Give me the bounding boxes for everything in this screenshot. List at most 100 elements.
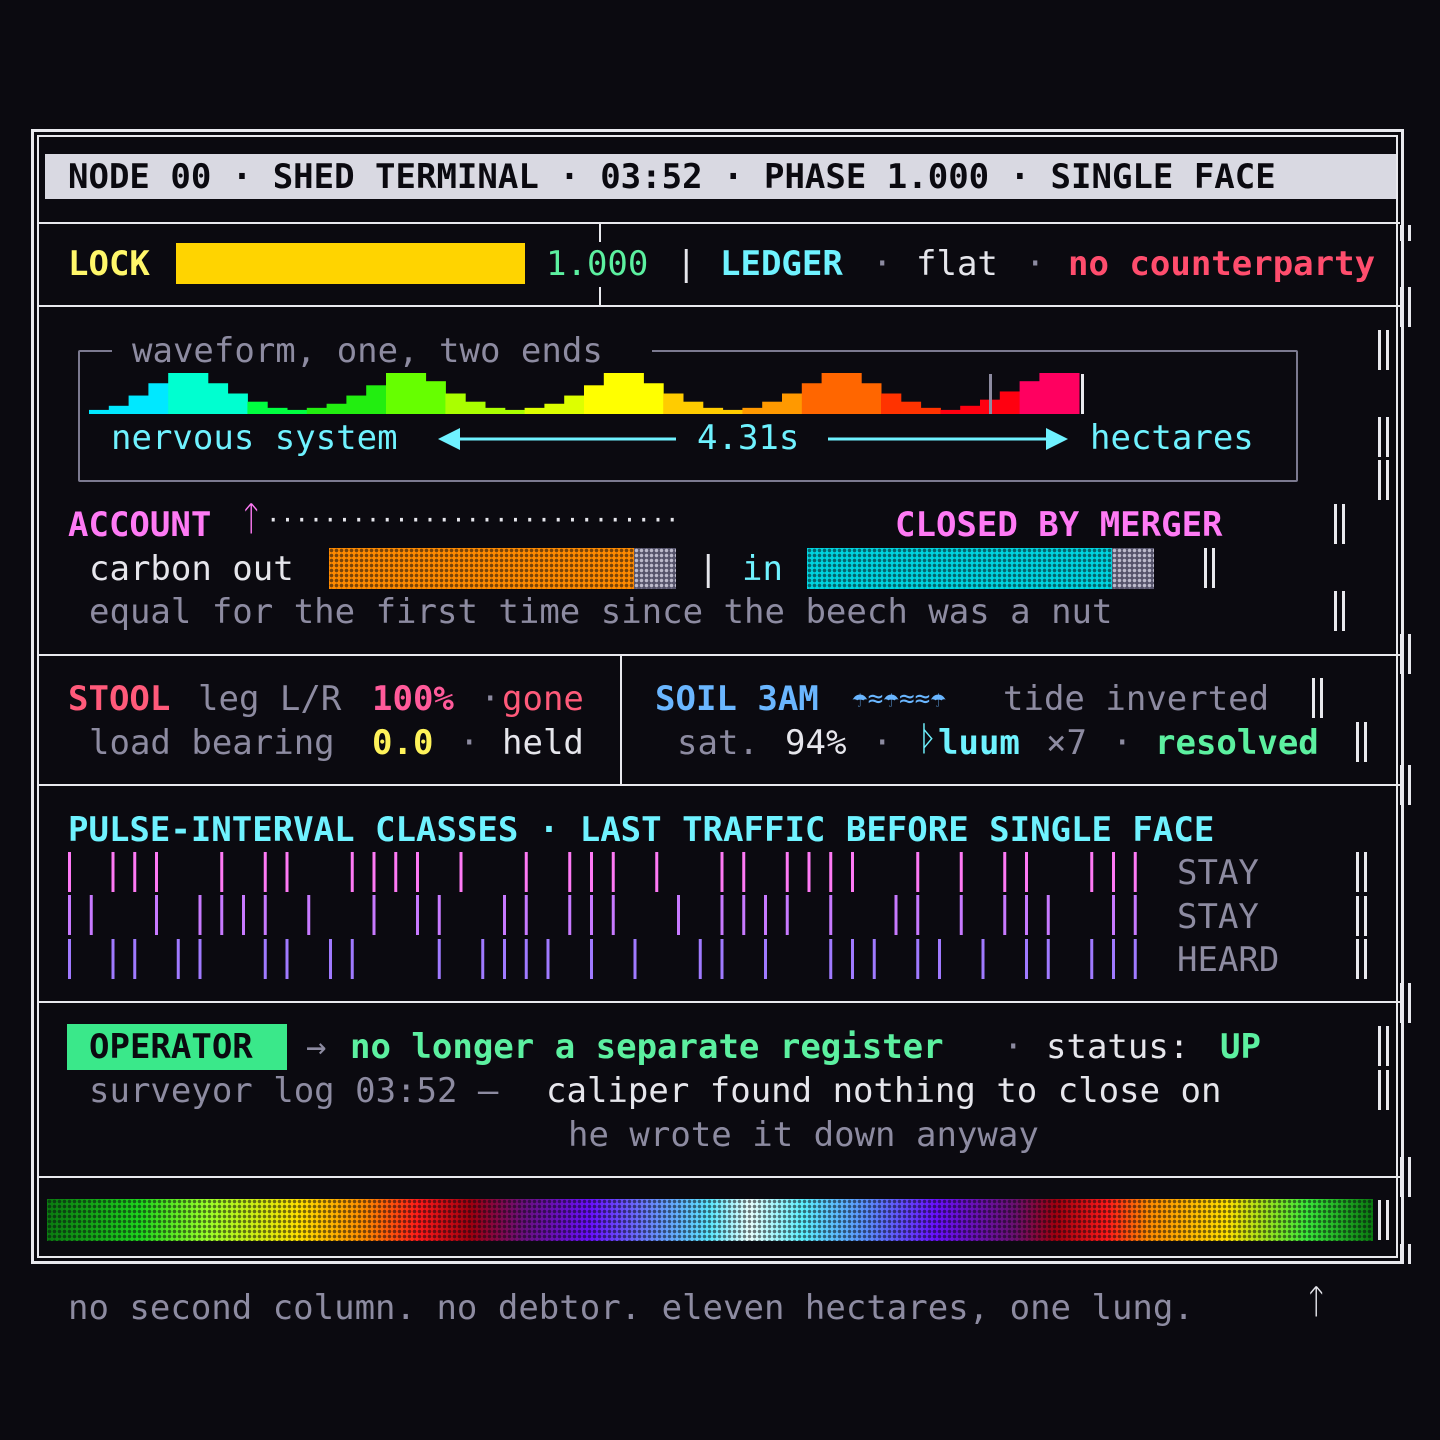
pulse-tick [916, 852, 920, 892]
pulse-tick [1003, 895, 1007, 935]
spectrum-strip [47, 1199, 1373, 1241]
pulse-tick [851, 939, 854, 979]
pulse-tick [198, 939, 202, 979]
pulse-tick [220, 852, 224, 892]
pulse-tick [590, 939, 593, 979]
pulse-tick [89, 895, 93, 935]
status-label: status: [1046, 1027, 1190, 1067]
pulse-tick [503, 895, 506, 935]
pulse-row-label: HEARD [1177, 940, 1280, 980]
pulse-tick [677, 895, 680, 935]
pulse-tick [350, 852, 354, 892]
pulse-tick [959, 895, 963, 935]
pulse-tick [720, 939, 724, 979]
rune-icon: ᛏ [1306, 1282, 1327, 1322]
pulse-tick [524, 895, 528, 935]
pulse-tick [394, 852, 398, 892]
operator-badge: OPERATOR [67, 1024, 287, 1070]
pulse-tick [611, 852, 615, 892]
pulse-tick [1133, 895, 1137, 935]
pulse-tick [285, 939, 289, 979]
pulse-tick [133, 852, 137, 892]
pulse-tick [916, 895, 920, 935]
pulse-tick [372, 895, 376, 935]
pulse-tick [263, 895, 267, 935]
pulse-tick [155, 852, 158, 892]
pulse-tick [68, 852, 71, 892]
pulse-tick [981, 939, 985, 979]
pulse-tick [242, 895, 245, 935]
pulse-row-label: STAY [1177, 897, 1259, 937]
status-value: UP [1220, 1027, 1261, 1067]
pulse-tick [742, 852, 746, 892]
pulse-tick [350, 939, 354, 979]
footer-text: no second column. no debtor. eleven hect… [68, 1288, 1194, 1328]
pulse-tick [829, 895, 833, 935]
log-text-continued: he wrote it down anyway [568, 1115, 1039, 1155]
pulse-tick [938, 939, 941, 979]
pulse-tick [568, 895, 572, 935]
pulse-tick [198, 895, 202, 935]
pulse-tick [372, 852, 376, 892]
arrow-right-icon: → [306, 1027, 327, 1067]
pulse-tick [807, 852, 811, 892]
pulse-tick [916, 939, 920, 979]
pulse-tick [133, 939, 137, 979]
pulse-tick [1046, 895, 1050, 935]
pulse-tick [764, 895, 767, 935]
pulse-tick [1133, 852, 1137, 892]
pulse-tick [1112, 939, 1115, 979]
pulse-tick [437, 895, 441, 935]
pulse-tick [1025, 895, 1028, 935]
pulse-tick [742, 895, 746, 935]
pulse-row-label: STAY [1177, 853, 1259, 893]
pulse-tick [633, 939, 637, 979]
pulse-tick [503, 939, 506, 979]
pulse-tick [68, 939, 71, 979]
pulse-tick [459, 852, 463, 892]
operator-badge-label: OPERATOR [89, 1027, 253, 1067]
pulse-tick [416, 852, 419, 892]
pulse-tick [698, 939, 702, 979]
pulse-tick [1090, 939, 1094, 979]
pulse-tick [307, 895, 311, 935]
operator-message: no longer a separate register [350, 1027, 944, 1067]
pulse-tick [285, 852, 289, 892]
pulse-tick [1112, 895, 1115, 935]
pulse-tick [68, 895, 71, 935]
pulse-tick [263, 939, 267, 979]
pulse-tick [155, 895, 158, 935]
pulse-tick [1133, 939, 1137, 979]
pulse-tick [764, 939, 767, 979]
pulse-tick [524, 852, 528, 892]
pulse-tick [894, 895, 898, 935]
pulse-tick [785, 852, 789, 892]
pulse-tick [524, 939, 528, 979]
pulse-tick [1046, 939, 1050, 979]
pulse-tick [176, 939, 180, 979]
log-text: caliper found nothing to close on [546, 1071, 1222, 1111]
pulse-tick [1025, 852, 1028, 892]
pulse-tick [611, 895, 615, 935]
pulse-tick [829, 852, 833, 892]
pulse-tick [872, 939, 876, 979]
pulse-tick [546, 939, 550, 979]
pulse-tick [111, 939, 115, 979]
pulse-tick [1112, 852, 1115, 892]
pulse-tick [785, 895, 789, 935]
pulse-tick [1090, 852, 1094, 892]
pulse-tick [1025, 939, 1028, 979]
pulse-tick [111, 852, 115, 892]
pulse-tick [481, 939, 485, 979]
pulse-tick [720, 895, 724, 935]
pulse-tick [329, 939, 332, 979]
pulse-tick [263, 852, 267, 892]
pulse-tick [851, 852, 854, 892]
pulse-tick [829, 939, 833, 979]
pulse-tick [437, 939, 441, 979]
pulse-tick [1003, 852, 1007, 892]
pulse-tick [416, 895, 419, 935]
pulse-tick [220, 895, 224, 935]
log-label: surveyor log 03:52 — [89, 1071, 499, 1111]
pulse-tick [590, 852, 593, 892]
